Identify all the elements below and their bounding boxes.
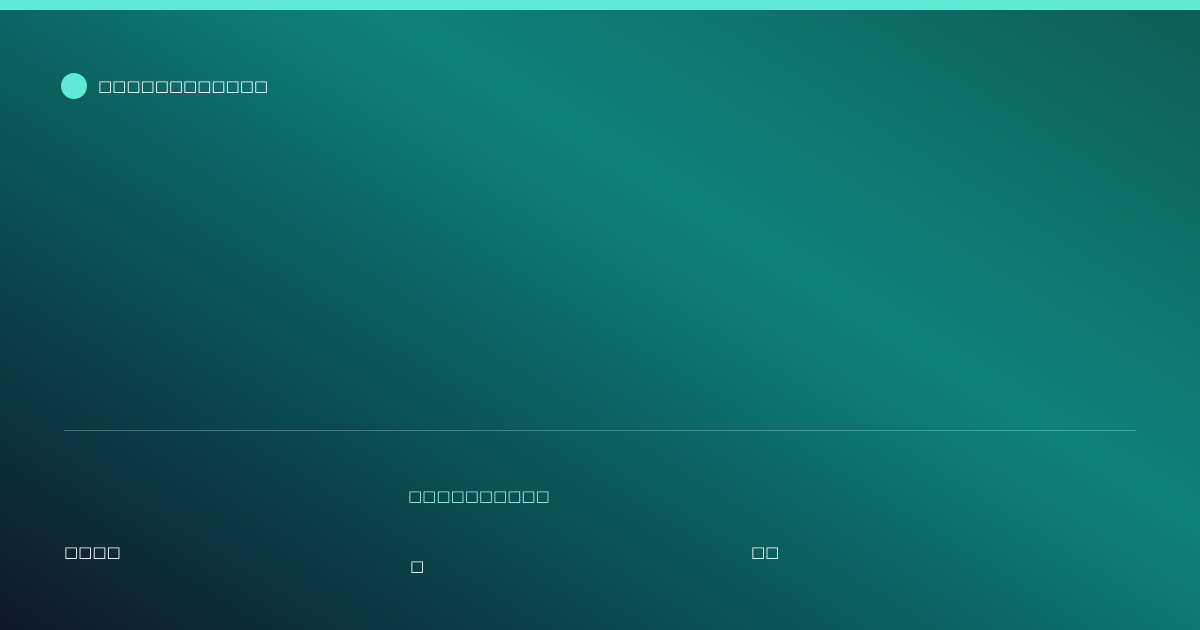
footer-left-text: □□□□ <box>64 543 121 561</box>
divider <box>64 430 1136 431</box>
footer-right-text: □□ <box>751 543 780 561</box>
footer-sub-text: □ <box>410 557 425 575</box>
top-accent-bar <box>0 0 1200 10</box>
share-card: □□□□□□□□□□□□ □□□□ □□□□□□□□□□ □ □□ <box>0 0 1200 630</box>
circle-dot-icon <box>61 73 87 99</box>
brand: □□□□□□□□□□□□ <box>61 73 268 99</box>
brand-text: □□□□□□□□□□□□ <box>98 77 269 95</box>
footer-highlight-text: □□□□□□□□□□ <box>408 487 550 505</box>
